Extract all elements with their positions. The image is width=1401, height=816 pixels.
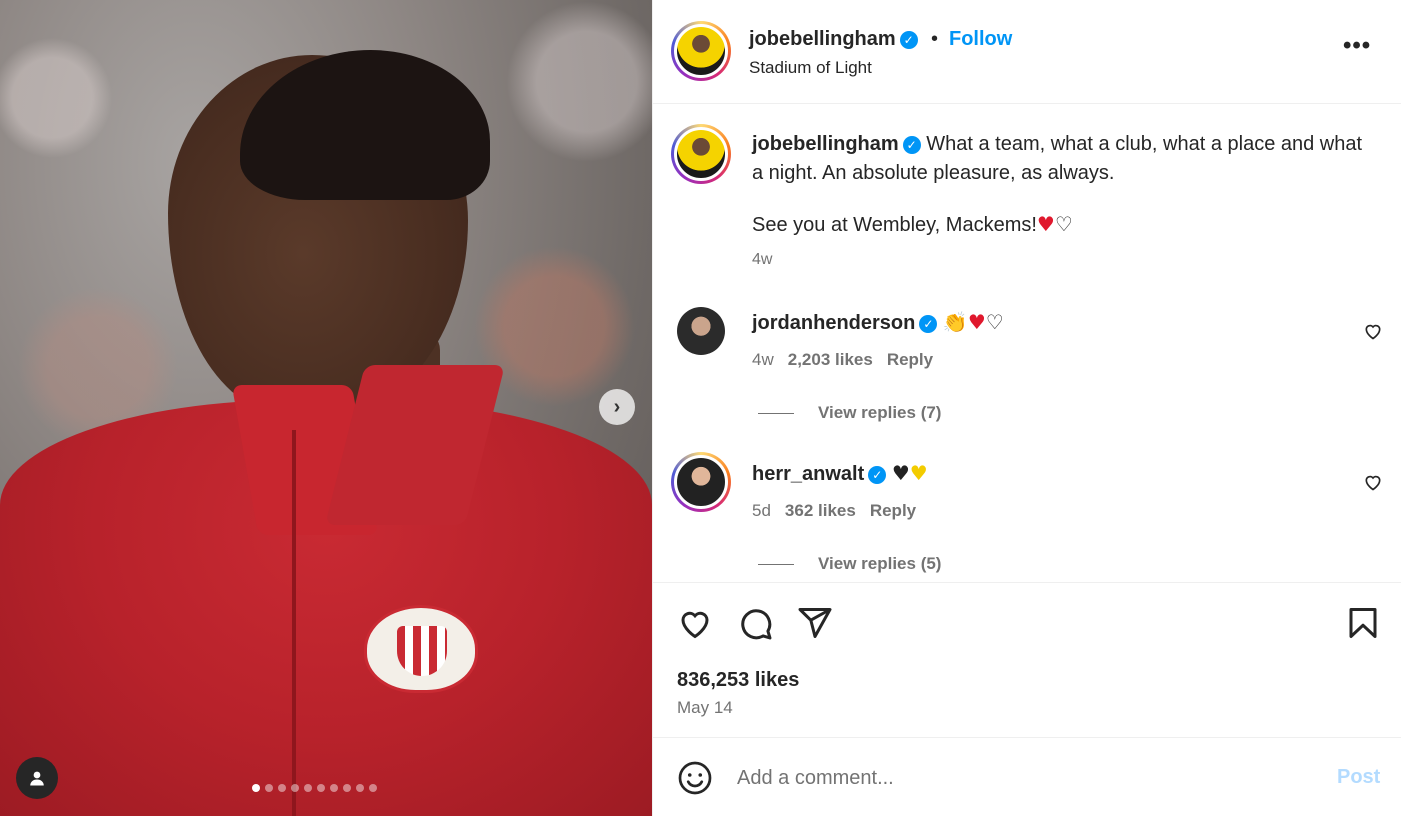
post-sidebar: jobebellingham ✓ • Follow Stadium of Ligh… bbox=[652, 0, 1401, 816]
follow-button[interactable]: Follow bbox=[949, 28, 1012, 51]
comment-likes[interactable]: 2,203 likes bbox=[788, 350, 873, 369]
comment-likes[interactable]: 362 likes bbox=[785, 501, 856, 520]
comment-timestamp[interactable]: 5d bbox=[752, 501, 771, 520]
comment-text: herr_anwalt ✓ ♥♥ bbox=[752, 461, 928, 486]
carousel-indicator bbox=[252, 784, 377, 792]
carousel-dot bbox=[317, 784, 325, 792]
carousel-dot bbox=[369, 784, 377, 792]
view-replies-button[interactable]: View replies (7) bbox=[758, 403, 941, 423]
black-heart-emoji: ♥ bbox=[891, 461, 910, 485]
verified-icon: ✓ bbox=[902, 136, 921, 154]
avatar[interactable] bbox=[677, 307, 725, 355]
separator-dot: • bbox=[931, 28, 939, 50]
verified-icon: ✓ bbox=[899, 31, 918, 49]
carousel-dot bbox=[278, 784, 286, 792]
white-heart-emoji: ♡ bbox=[985, 310, 1004, 334]
location-link[interactable]: Stadium of Light bbox=[749, 58, 872, 78]
likes-count[interactable]: 836,253 likes bbox=[677, 669, 799, 692]
carousel-dot bbox=[291, 784, 299, 792]
comment-text: jordanhenderson ✓ 👏♥♡ bbox=[752, 310, 1004, 335]
red-heart-emoji: ♥ bbox=[967, 310, 986, 334]
avatar[interactable] bbox=[671, 124, 731, 184]
reply-button[interactable]: Reply bbox=[887, 350, 933, 369]
action-bar: 836,253 likes May 14 bbox=[653, 582, 1401, 738]
carousel-dot bbox=[343, 784, 351, 792]
comment-username[interactable]: herr_anwalt bbox=[752, 463, 864, 485]
post-date: May 14 bbox=[677, 698, 733, 717]
verified-icon: ✓ bbox=[919, 315, 938, 333]
comment-icon[interactable] bbox=[737, 605, 773, 641]
heart-icon[interactable] bbox=[1363, 321, 1383, 341]
comment-username[interactable]: jordanhenderson bbox=[752, 312, 915, 334]
comment-meta: 5d 362 likes Reply bbox=[752, 501, 916, 521]
carousel-dot bbox=[330, 784, 338, 792]
caption-body-2: See you at Wembley, Mackems! bbox=[752, 214, 1037, 236]
carousel-dot bbox=[304, 784, 312, 792]
more-options-icon[interactable]: ••• bbox=[1343, 32, 1371, 60]
photo-zip bbox=[292, 430, 296, 816]
header-username[interactable]: jobebellingham ✓ bbox=[749, 28, 918, 51]
bookmark-icon[interactable] bbox=[1345, 605, 1381, 641]
chevron-right-icon[interactable]: › bbox=[599, 389, 635, 425]
post-button[interactable]: Post bbox=[1337, 766, 1380, 789]
avatar[interactable] bbox=[671, 21, 731, 81]
comment-input[interactable] bbox=[737, 762, 1297, 794]
verified-icon: ✓ bbox=[868, 466, 887, 484]
reply-button[interactable]: Reply bbox=[870, 501, 916, 520]
post-header: jobebellingham ✓ • Follow Stadium of Ligh… bbox=[653, 0, 1401, 104]
post-modal: › jobebellingham ✓ • Follow Stadium of Li bbox=[0, 0, 1401, 816]
carousel-dot bbox=[252, 784, 260, 792]
carousel-dot bbox=[265, 784, 273, 792]
caption-text: jobebellingham ✓ What a team, what a club… bbox=[752, 130, 1372, 188]
emoji-icon[interactable] bbox=[677, 760, 713, 796]
caption-username[interactable]: jobebellingham bbox=[752, 133, 899, 155]
caption-timestamp[interactable]: 4w bbox=[752, 251, 772, 269]
clap-emoji: 👏 bbox=[942, 310, 968, 334]
carousel-dot bbox=[356, 784, 364, 792]
heart-icon[interactable] bbox=[677, 605, 713, 641]
username-link[interactable]: jobebellingham bbox=[749, 28, 896, 50]
view-replies-button[interactable]: View replies (5) bbox=[758, 554, 941, 574]
comment-timestamp[interactable]: 4w bbox=[752, 350, 774, 369]
caption-text-2: See you at Wembley, Mackems!♥♡ bbox=[752, 212, 1073, 237]
white-heart-emoji: ♡ bbox=[1054, 212, 1073, 236]
avatar[interactable] bbox=[671, 452, 731, 512]
comment-meta: 4w 2,203 likes Reply bbox=[752, 350, 933, 370]
comment-composer: Post bbox=[653, 738, 1401, 816]
user-tag-icon[interactable] bbox=[16, 757, 58, 799]
post-photo[interactable]: › bbox=[0, 0, 652, 816]
club-crest bbox=[364, 605, 478, 693]
yellow-heart-emoji: ♥ bbox=[909, 461, 928, 485]
heart-icon[interactable] bbox=[1363, 472, 1383, 492]
share-icon[interactable] bbox=[797, 605, 833, 641]
red-heart-emoji: ♥ bbox=[1036, 212, 1055, 236]
